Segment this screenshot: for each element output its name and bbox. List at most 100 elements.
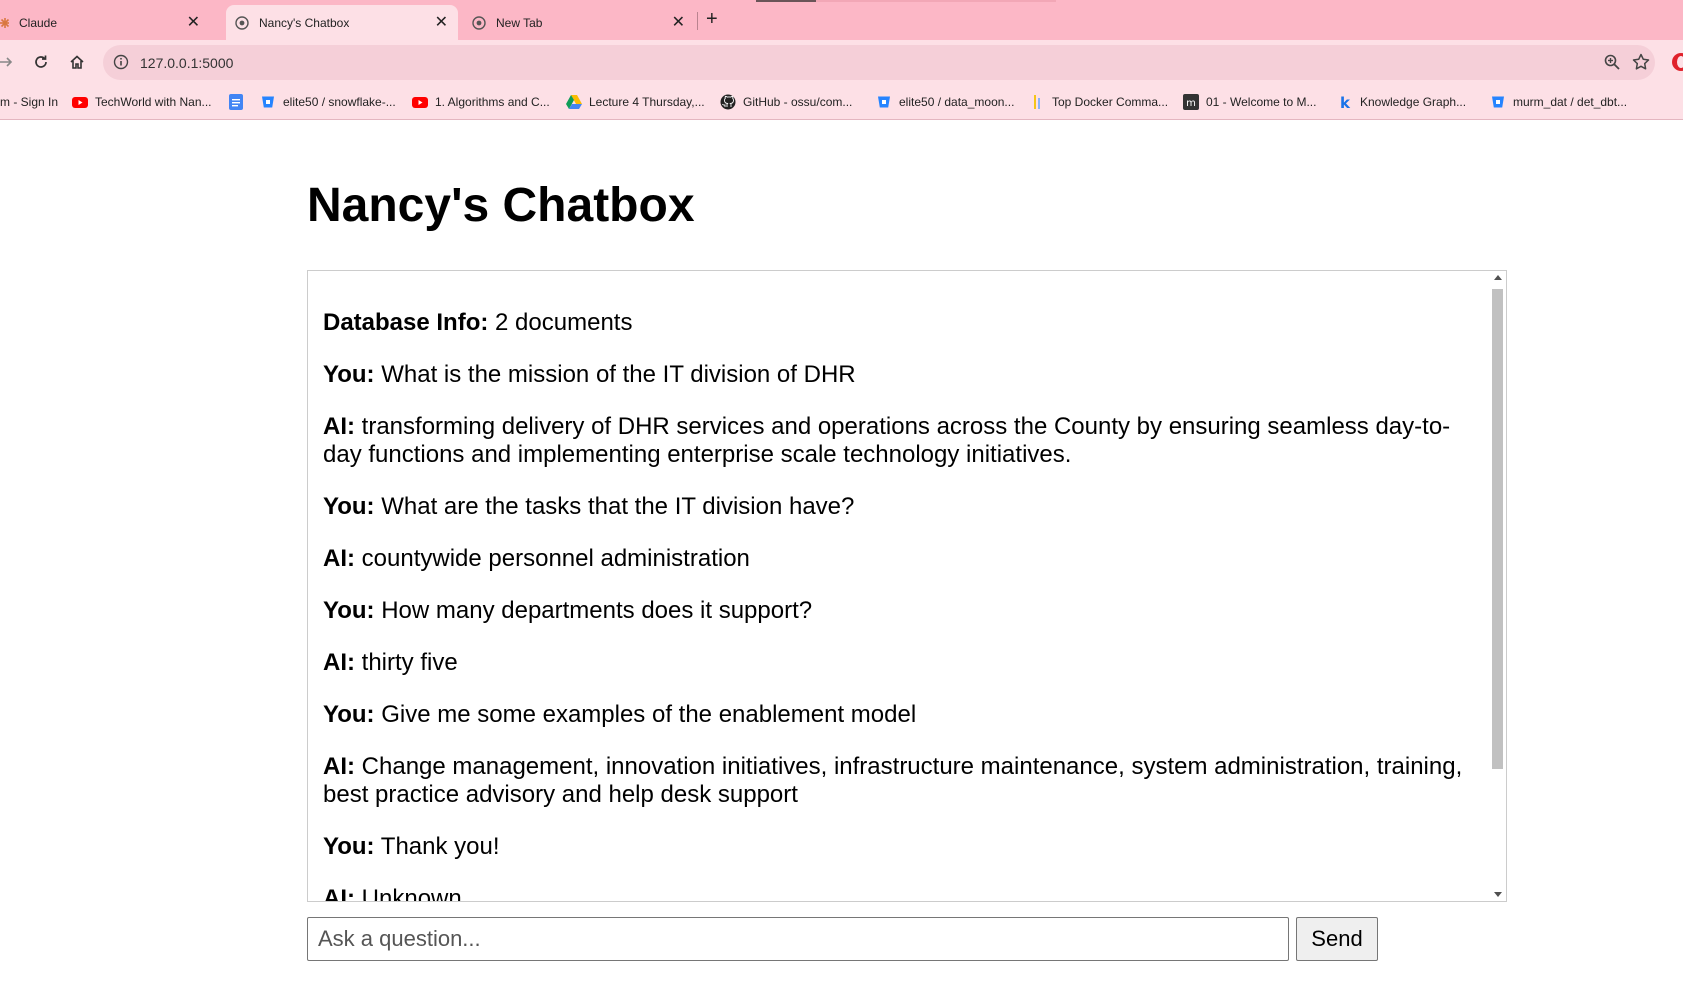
message-text: Change management, innovation initiative… [323,753,1463,808]
bookmark-star-icon[interactable] [1631,52,1651,77]
chat-scrollbar[interactable] [1489,271,1506,901]
extension-icon[interactable] [1670,50,1683,74]
chat-messages: Database Info: 2 documents You: What is … [323,309,1483,902]
bookmark-label: elite50 / snowflake-... [283,95,396,109]
bookmark-item[interactable]: murm_dat / det_dbt... [1490,92,1627,112]
chat-message-ai: AI: thirty five [323,649,1483,677]
bookmark-item[interactable]: 1. Algorithms and C... [412,92,550,112]
youtube-icon [412,94,428,110]
message-speaker: You: [323,833,375,860]
tab-strip: Claude ✕ Nancy's Chatbox ✕ New Tab ✕ + [0,0,1683,40]
message-speaker: AI: [323,885,355,902]
page-title: Nancy's Chatbox [307,179,695,232]
docker-icon [1029,94,1045,110]
scroll-up-arrow-icon[interactable] [1494,275,1502,280]
reload-icon[interactable] [29,50,53,74]
tab-new-tab[interactable]: New Tab ✕ [463,5,695,40]
bookmark-label: Top Docker Comma... [1052,95,1169,109]
github-icon [720,94,736,110]
bookmark-item[interactable]: elite50 / data_moon... [876,92,1014,112]
bookmark-item[interactable]: k Knowledge Graph... [1337,92,1466,112]
svg-text:k: k [1340,94,1351,110]
new-tab-button[interactable]: + [706,9,718,29]
message-speaker: AI: [323,413,355,440]
message-text: thirty five [355,649,458,676]
message-text: Give me some examples of the enablement … [374,701,917,728]
scrollbar-thumb[interactable] [1492,289,1503,769]
url-text[interactable]: 127.0.0.1:5000 [140,55,233,71]
bookmark-item[interactable]: m 01 - Welcome to M... [1183,92,1316,112]
bookmark-label: murm_dat / det_dbt... [1513,95,1628,109]
message-text: How many departments does it support? [374,597,813,624]
m-icon: m [1183,94,1199,110]
close-icon[interactable]: ✕ [672,14,685,31]
svg-text:m: m [1186,98,1196,109]
message-speaker: Database Info: [323,309,489,336]
k-icon: k [1337,94,1353,112]
chat-message-database-info: Database Info: 2 documents [323,309,1483,337]
bookmark-label: 01 - Welcome to M... [1206,95,1317,109]
docs-icon [228,94,244,110]
home-icon[interactable] [65,50,89,74]
chat-box[interactable]: Database Info: 2 documents You: What is … [307,270,1507,902]
bitbucket-icon [876,94,892,110]
send-button[interactable]: Send [1296,917,1378,961]
bookmark-item[interactable]: GitHub - ossu/com... [720,92,852,112]
message-text: countywide personnel administration [355,545,750,572]
close-icon[interactable]: ✕ [435,14,448,31]
bookmark-item[interactable]: TechWorld with Nan... [72,92,212,112]
chat-message-ai: AI: Unknown [323,885,1483,902]
message-text: transforming delivery of DHR services an… [323,413,1451,468]
globe-icon [235,15,249,30]
bookmark-item[interactable]: elite50 / snowflake-... [260,92,396,112]
bookmark-label: m - Sign In [0,95,59,109]
scroll-down-arrow-icon[interactable] [1494,892,1502,897]
chat-message-ai: AI: countywide personnel administration [323,545,1483,573]
chat-message-user: You: How many departments does it suppor… [323,597,1483,625]
bookmark-label: Knowledge Graph... [1360,95,1467,109]
bitbucket-icon [260,94,276,110]
bookmark-item[interactable]: Top Docker Comma... [1029,92,1168,112]
tab-label: Nancy's Chatbox [259,15,350,30]
chat-message-ai: AI: transforming delivery of DHR service… [323,413,1483,469]
message-speaker: You: [323,597,375,624]
tab-nancys-chatbox[interactable]: Nancy's Chatbox ✕ [226,5,458,40]
site-info-icon[interactable] [113,54,129,75]
chat-message-user: You: What is the mission of the IT divis… [323,361,1483,389]
forward-icon[interactable] [0,50,18,74]
bookmarks-bar: m - Sign In TechWorld with Nan... elite5… [0,85,1683,120]
chat-message-user: You: Give me some examples of the enable… [323,701,1483,729]
chrome-icon [472,15,486,30]
tab-divider [697,12,698,30]
message-speaker: You: [323,701,375,728]
message-speaker: AI: [323,649,355,676]
tab-label: Claude [19,15,58,30]
message-speaker: AI: [323,753,355,780]
chat-message-ai: AI: Change management, innovation initia… [323,753,1483,809]
message-speaker: You: [323,493,375,520]
message-text: Thank you! [374,833,500,860]
message-text: What are the tasks that the IT division … [374,493,855,520]
question-input[interactable] [307,917,1289,961]
message-text: 2 documents [488,309,633,336]
bookmark-label: 1. Algorithms and C... [435,95,550,109]
youtube-icon [72,94,88,110]
address-bar[interactable]: 127.0.0.1:5000 [103,45,1655,80]
close-icon[interactable]: ✕ [187,14,200,31]
message-text: What is the mission of the IT division o… [374,361,856,388]
message-speaker: AI: [323,545,355,572]
tab-strip-accent [756,0,816,2]
zoom-icon[interactable] [1603,53,1621,76]
bitbucket-icon [1490,94,1506,110]
bookmark-label: TechWorld with Nan... [95,95,212,109]
chat-message-user: You: What are the tasks that the IT divi… [323,493,1483,521]
bookmark-item[interactable] [228,92,251,112]
bookmark-item[interactable]: m - Sign In [0,92,58,112]
tab-claude[interactable]: Claude ✕ [0,5,220,40]
chat-message-user: You: Thank you! [323,833,1483,861]
bookmark-item[interactable]: Lecture 4 Thursday,... [566,92,705,112]
bookmark-label: GitHub - ossu/com... [743,95,853,109]
message-text: Unknown [355,885,462,902]
bookmark-label: elite50 / data_moon... [899,95,1015,109]
tab-strip-accent-secondary [816,0,1056,2]
